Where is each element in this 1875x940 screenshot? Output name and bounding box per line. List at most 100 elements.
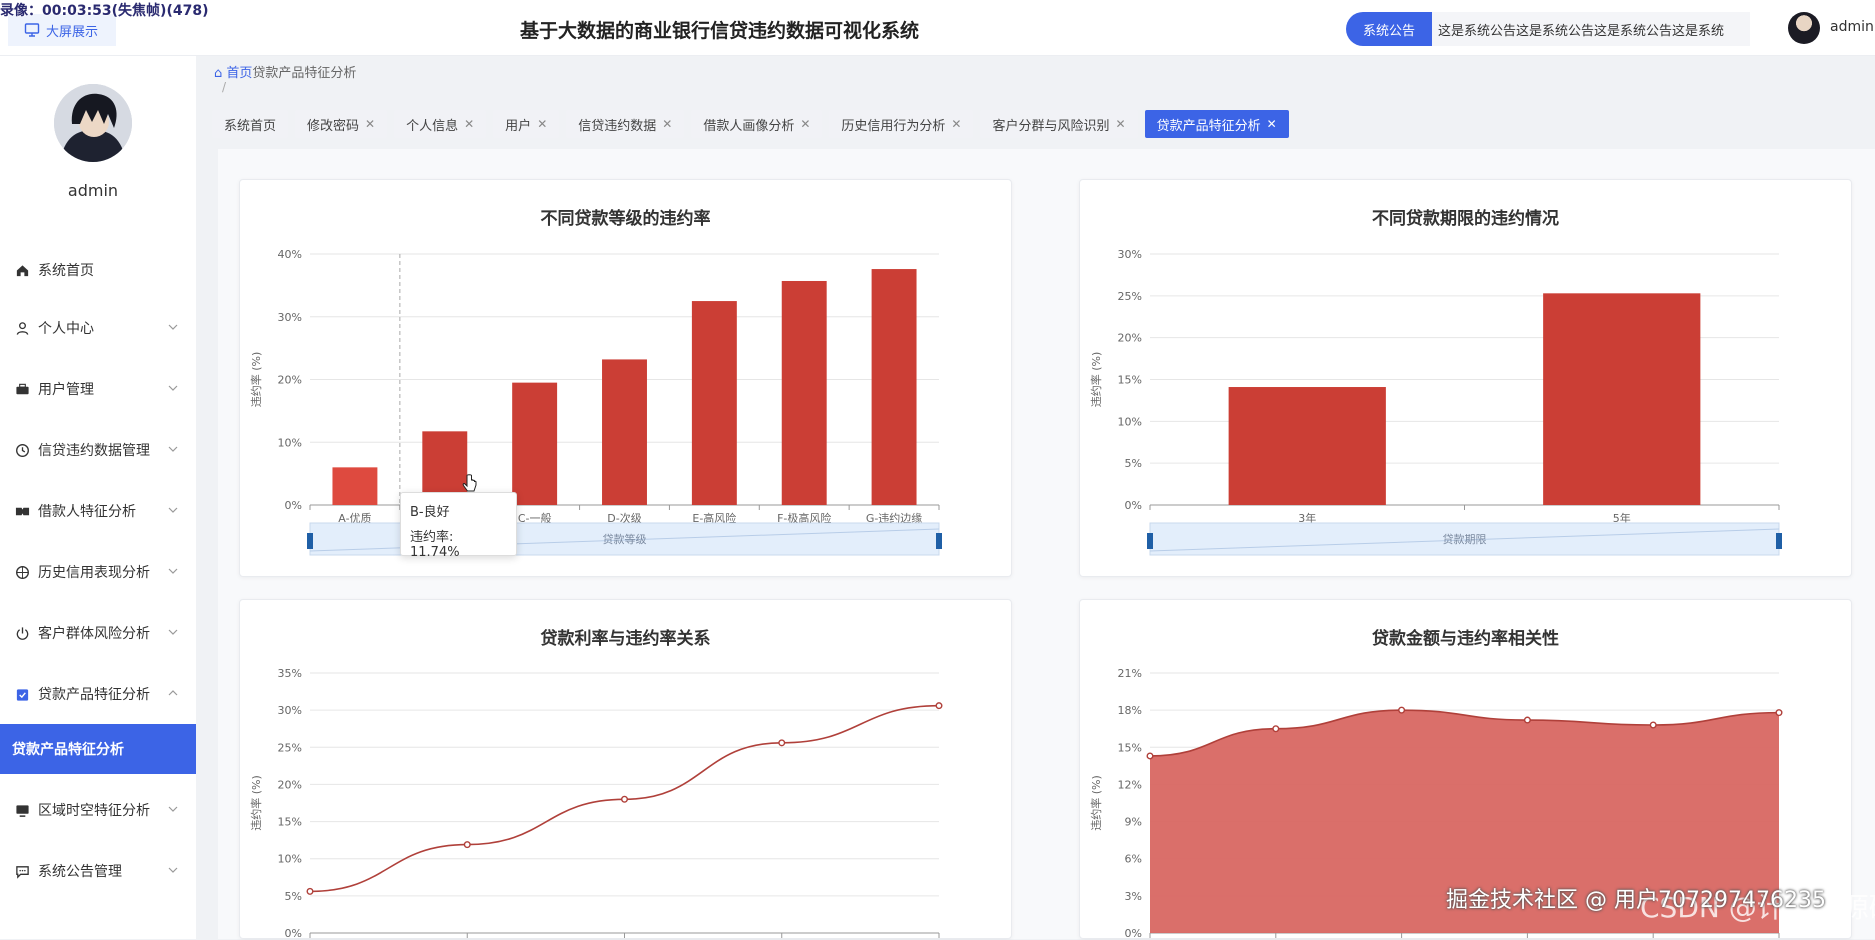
- close-icon[interactable]: ✕: [365, 117, 375, 131]
- notice-marquee: 这是系统公告这是系统公告这是系统公告这是系统: [1432, 12, 1750, 46]
- breadcrumb-separator: /: [222, 80, 227, 94]
- id-card-icon: [14, 503, 30, 519]
- y-tick-label: 10%: [278, 853, 302, 866]
- y-tick-label: 0%: [1125, 499, 1142, 512]
- tab-credit-behavior[interactable]: 历史信用行为分析 ✕: [829, 110, 974, 138]
- y-tick-label: 0%: [285, 499, 302, 512]
- header-username[interactable]: admin: [1830, 19, 1874, 35]
- sidebar-avatar: [54, 84, 132, 162]
- tab-bar: 系统首页 修改密码 ✕ 个人信息 ✕ 用户 ✕ 信贷违约数据 ✕ 借款人画像分析 ✕ 历史…: [212, 110, 1289, 140]
- bar: [871, 269, 917, 505]
- tooltip-value: 违约率: 11.74%: [410, 530, 460, 560]
- system-title: 基于大数据的商业银行信贷违约数据可视化系统: [520, 20, 920, 42]
- close-icon[interactable]: ✕: [662, 117, 672, 131]
- sidebar-item-label: 借款人特征分析: [38, 504, 136, 520]
- sidebar-item-label: 历史信用表现分析: [38, 565, 150, 581]
- top-bar: 大屏展示 基于大数据的商业银行信贷违约数据可视化系统 系统公告 这是系统公告这是…: [0, 0, 1875, 56]
- chart-grade-default-rate[interactable]: 0%10%20%30%40%违约率 (%)A-优质B-良好C-一般D-次级E-高…: [240, 180, 1013, 578]
- sidebar-item-label: 贷款产品特征分析: [38, 687, 150, 703]
- sidebar-item-region-analysis[interactable]: 区域时空特征分析: [0, 786, 196, 834]
- y-tick-label: 25%: [278, 741, 302, 754]
- y-tick-label: 30%: [278, 704, 302, 717]
- sidebar-item-credit-data[interactable]: 信贷违约数据管理: [0, 426, 196, 474]
- bar: [691, 301, 737, 505]
- notice-badge[interactable]: 系统公告: [1346, 12, 1432, 46]
- y-axis-label: 违约率 (%): [249, 352, 263, 408]
- y-tick-label: 12%: [1118, 778, 1142, 791]
- y-axis-label: 违约率 (%): [1089, 352, 1103, 408]
- sidebar-item-label: 区域时空特征分析: [38, 803, 150, 819]
- chevron-up-icon: [168, 690, 178, 696]
- chevron-down-icon: [168, 385, 178, 391]
- y-tick-label: 21%: [1118, 667, 1142, 680]
- chevron-down-icon: [168, 806, 178, 812]
- close-icon[interactable]: ✕: [1116, 117, 1126, 131]
- tab-customer-segment[interactable]: 客户分群与风险识别 ✕: [980, 110, 1138, 138]
- clock-icon: [14, 442, 30, 458]
- tab-change-password[interactable]: 修改密码 ✕: [295, 110, 388, 138]
- home-icon: [14, 262, 30, 278]
- avatar[interactable]: [1788, 12, 1820, 44]
- sidebar-item-notice-management[interactable]: 系统公告管理: [0, 847, 196, 895]
- data-point: [463, 841, 471, 849]
- data-point: [1649, 721, 1657, 729]
- y-axis-label: 违约率 (%): [1089, 775, 1103, 831]
- data-point: [1398, 706, 1406, 714]
- sidebar-username: admin: [67, 181, 119, 200]
- tab-user[interactable]: 用户 ✕: [493, 110, 560, 138]
- sidebar-item-label: 系统首页: [38, 263, 94, 279]
- sidebar-item-loan-product[interactable]: 贷款产品特征分析: [0, 670, 196, 718]
- sidebar-item-borrower-analysis[interactable]: 借款人特征分析: [0, 487, 196, 535]
- users-icon: [14, 381, 30, 397]
- sidebar: admin 系统首页 个人中心 用户管理 信贷违约数据管理 借款人特征分析 历史…: [0, 56, 196, 939]
- y-tick-label: 15%: [278, 816, 302, 829]
- chart-card-grade: 不同贷款等级的违约率 0%10%20%30%40%违约率 (%)A-优质B-良好…: [239, 179, 1012, 577]
- bigscreen-label: 大屏展示: [46, 24, 99, 40]
- zoom-handle-right: [1776, 533, 1782, 549]
- close-icon[interactable]: ✕: [800, 117, 810, 131]
- y-tick-label: 20%: [1118, 332, 1142, 345]
- close-icon[interactable]: ✕: [951, 117, 961, 131]
- bar: [602, 359, 647, 505]
- y-tick-label: 10%: [278, 436, 302, 449]
- data-point: [1523, 716, 1531, 724]
- sidebar-subitem-loan-product-analysis[interactable]: 贷款产品特征分析: [0, 724, 196, 774]
- tab-credit-default-data[interactable]: 信贷违约数据 ✕: [566, 110, 685, 138]
- sidebar-item-home[interactable]: 系统首页: [0, 246, 196, 294]
- y-tick-label: 9%: [1125, 816, 1142, 829]
- sidebar-item-credit-history[interactable]: 历史信用表现分析: [0, 548, 196, 596]
- tab-loan-product[interactable]: 贷款产品特征分析 ✕: [1144, 110, 1289, 138]
- tab-personal-info[interactable]: 个人信息 ✕: [394, 110, 487, 138]
- y-tick-label: 30%: [1118, 248, 1142, 261]
- chevron-down-icon: [168, 446, 178, 452]
- tab-home[interactable]: 系统首页: [212, 110, 289, 138]
- bar: [332, 467, 378, 505]
- y-tick-label: 0%: [1125, 927, 1142, 940]
- monitor-icon: [14, 802, 30, 818]
- tab-borrower-profile[interactable]: 借款人画像分析 ✕: [691, 110, 823, 138]
- chart-rate-vs-default[interactable]: 0%5%10%15%20%25%30%35%违约率 (%)< 8%8-12%12…: [240, 600, 1013, 940]
- y-tick-label: 40%: [278, 248, 302, 261]
- y-tick-label: 15%: [1118, 741, 1142, 754]
- zoom-handle-left: [1147, 533, 1153, 549]
- y-tick-label: 18%: [1118, 704, 1142, 717]
- zoom-handle-right: [936, 533, 942, 549]
- close-icon[interactable]: ✕: [1267, 117, 1277, 131]
- chevron-down-icon: [168, 507, 178, 513]
- chevron-down-icon: [168, 629, 178, 635]
- y-tick-label: 10%: [1118, 415, 1142, 428]
- chart-term-default-rate[interactable]: 0%5%10%15%20%25%30%违约率 (%)3年 5年贷款期限: [1080, 180, 1853, 578]
- data-point: [1146, 752, 1154, 760]
- sidebar-item-label: 客户群体风险分析: [38, 626, 150, 642]
- watermark: 掘金技术社区 @ 用户707297476235: [1446, 888, 1826, 913]
- sidebar-item-personal-center[interactable]: 个人中心: [0, 304, 196, 352]
- close-icon[interactable]: ✕: [537, 117, 547, 131]
- y-tick-label: 20%: [278, 374, 302, 387]
- close-icon[interactable]: ✕: [464, 117, 474, 131]
- data-point: [1775, 709, 1783, 717]
- breadcrumb-home[interactable]: ⌂ 首页: [214, 66, 252, 81]
- sidebar-item-user-management[interactable]: 用户管理: [0, 365, 196, 413]
- y-axis-label: 违约率 (%): [249, 775, 263, 831]
- sidebar-item-customer-risk[interactable]: 客户群体风险分析: [0, 609, 196, 657]
- data-point: [935, 702, 943, 710]
